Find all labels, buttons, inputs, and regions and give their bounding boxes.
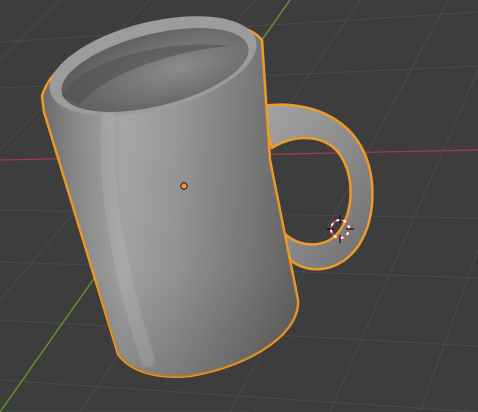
3d-viewport[interactable] [0, 0, 478, 412]
object-origin-icon [180, 182, 188, 190]
mug-mesh-icon[interactable] [40, 0, 374, 378]
viewport-canvas[interactable] [0, 0, 478, 412]
